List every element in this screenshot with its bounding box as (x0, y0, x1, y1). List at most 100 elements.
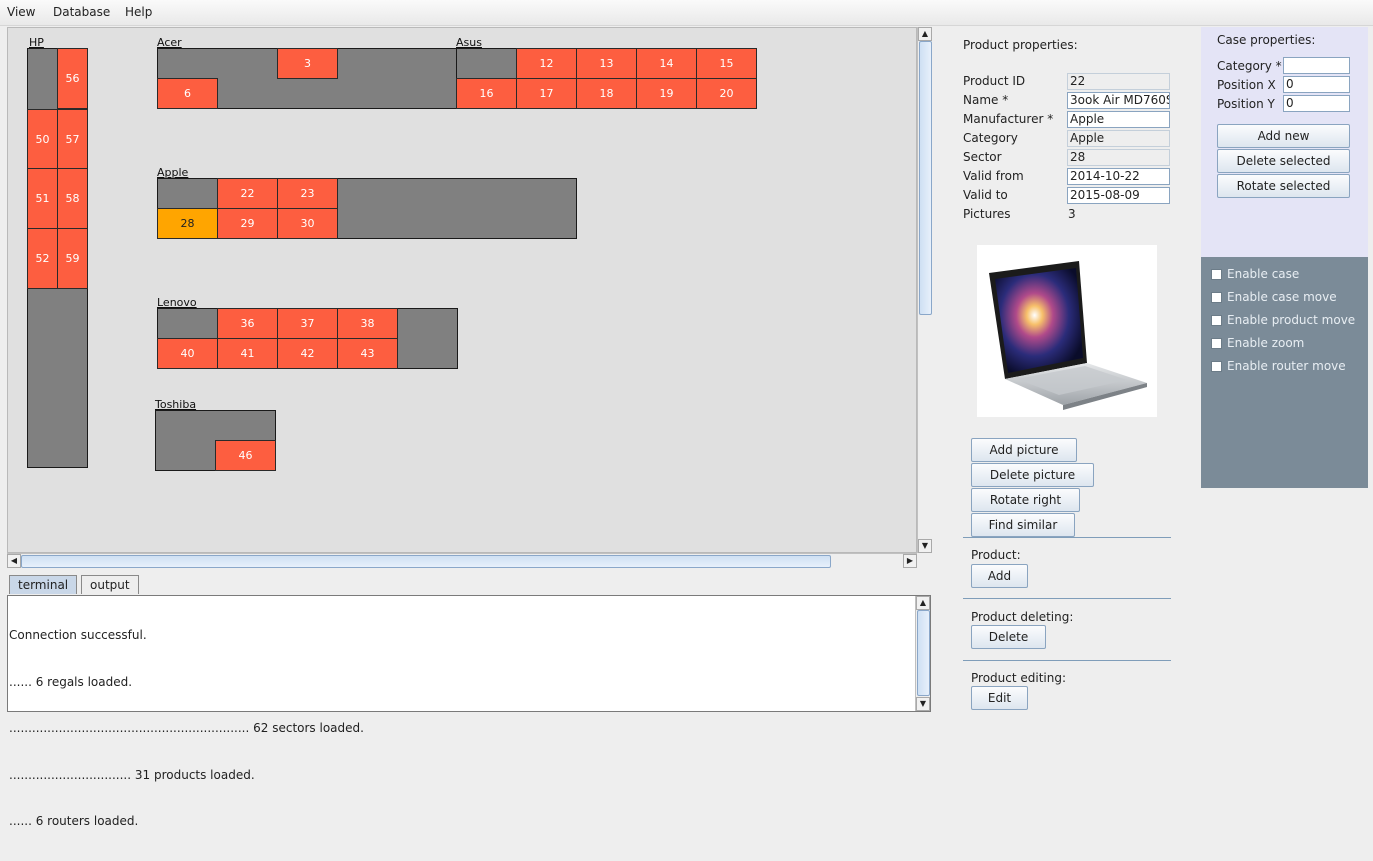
options-panel: Enable case Enable case move Enable prod… (1201, 257, 1368, 488)
enable-product-move-checkbox[interactable]: Enable product move (1211, 313, 1355, 327)
valid-to-field[interactable]: 2015-08-09 (1067, 187, 1170, 204)
scroll-up-icon[interactable]: ▲ (916, 596, 930, 610)
sector-cell[interactable]: 57 (57, 109, 88, 169)
menu-bar: View Database Help (0, 0, 1373, 26)
sector-cell[interactable]: 58 (57, 168, 88, 229)
checkbox-icon[interactable] (1211, 337, 1222, 349)
case-category-field[interactable] (1283, 57, 1350, 74)
sector-cell[interactable]: 3 (277, 48, 338, 79)
sector-cell[interactable]: 23 (277, 178, 338, 209)
sector-cell[interactable]: 41 (217, 338, 278, 369)
store-map-canvas[interactable]: HP 56 50 57 51 58 52 59 Acer 3 6 Asus 12… (7, 27, 917, 553)
sector-cell[interactable]: 22 (217, 178, 278, 209)
sector-cell[interactable]: 12 (516, 48, 577, 79)
manufacturer-field[interactable]: Apple (1067, 111, 1170, 128)
sector-cell[interactable]: 19 (636, 78, 697, 109)
valid-from-field[interactable]: 2014-10-22 (1067, 168, 1170, 185)
product-editing-label: Product editing: (971, 671, 1067, 685)
valid-from-label: Valid from (963, 169, 1024, 183)
sector-cell[interactable]: 37 (277, 308, 338, 339)
enable-case-move-checkbox[interactable]: Enable case move (1211, 290, 1337, 304)
sector-cell[interactable]: 50 (27, 109, 58, 169)
rotate-right-button[interactable]: Rotate right (971, 488, 1080, 512)
product-section-label: Product: (971, 548, 1021, 562)
console-line: ...... 6 routers loaded. (9, 814, 139, 828)
checkbox-icon[interactable] (1211, 314, 1222, 326)
add-picture-button[interactable]: Add picture (971, 438, 1077, 462)
enable-zoom-checkbox[interactable]: Enable zoom (1211, 336, 1304, 350)
delete-selected-button[interactable]: Delete selected (1217, 149, 1350, 173)
scroll-down-icon[interactable]: ▼ (918, 539, 932, 553)
console-output: Connection successful. ...... 6 regals l… (9, 597, 364, 861)
pictures-label: Pictures (963, 207, 1011, 221)
sector-field: 28 (1067, 149, 1170, 166)
sector-cell[interactable]: 20 (696, 78, 757, 109)
enable-case-checkbox[interactable]: Enable case (1211, 267, 1299, 281)
product-name-label: Name * (963, 93, 1009, 107)
pictures-count: 3 (1068, 207, 1076, 221)
add-new-case-button[interactable]: Add new (1217, 124, 1350, 148)
sector-cell[interactable]: 13 (576, 48, 637, 79)
sector-cell[interactable]: 52 (27, 228, 58, 289)
checkbox-icon[interactable] (1211, 268, 1222, 280)
scroll-down-icon[interactable]: ▼ (916, 697, 930, 711)
sector-cell[interactable]: 29 (217, 208, 278, 239)
canvas-vertical-scrollbar[interactable]: ▲ ▼ (917, 27, 932, 553)
sector-cell[interactable]: 6 (157, 78, 218, 109)
sector-cell[interactable]: 16 (456, 78, 517, 109)
sector-cell[interactable]: 30 (277, 208, 338, 239)
add-product-button[interactable]: Add (971, 564, 1028, 588)
valid-to-label: Valid to (963, 188, 1008, 202)
rotate-selected-button[interactable]: Rotate selected (1217, 174, 1350, 198)
case-category-label: Category * (1217, 59, 1282, 73)
product-id-label: Product ID (963, 74, 1026, 88)
delete-product-button[interactable]: Delete (971, 625, 1046, 649)
sector-cell-selected[interactable]: 28 (157, 208, 218, 239)
tab-terminal[interactable]: terminal (9, 575, 78, 594)
find-similar-button[interactable]: Find similar (971, 513, 1075, 537)
delete-picture-button[interactable]: Delete picture (971, 463, 1094, 487)
sector-cell[interactable]: 18 (576, 78, 637, 109)
sector-cell[interactable]: 43 (337, 338, 398, 369)
scroll-left-icon[interactable]: ◀ (7, 554, 21, 568)
edit-product-button[interactable]: Edit (971, 686, 1028, 710)
scroll-thumb[interactable] (21, 555, 831, 568)
separator (963, 598, 1171, 599)
case-properties-panel: Case properties: Category * Position X 0… (1201, 27, 1368, 257)
manufacturer-label: Manufacturer * (963, 112, 1054, 126)
sector-cell[interactable]: 40 (157, 338, 218, 369)
sector-cell[interactable]: 59 (57, 228, 88, 289)
canvas-horizontal-scrollbar[interactable]: ◀ ▶ (7, 553, 917, 568)
sector-cell[interactable]: 36 (217, 308, 278, 339)
product-deleting-label: Product deleting: (971, 610, 1074, 624)
position-x-field[interactable]: 0 (1283, 76, 1350, 93)
console-vertical-scrollbar[interactable]: ▲ ▼ (915, 596, 930, 711)
scroll-right-icon[interactable]: ▶ (903, 554, 917, 568)
sector-cell[interactable]: 38 (337, 308, 398, 339)
checkbox-icon[interactable] (1211, 360, 1222, 372)
sector-cell[interactable]: 42 (277, 338, 338, 369)
product-name-field[interactable]: 3ook Air MD760S (1067, 92, 1170, 109)
scroll-thumb[interactable] (917, 610, 930, 696)
sector-cell[interactable]: 51 (27, 168, 58, 229)
product-properties-title: Product properties: (963, 38, 1078, 52)
terminal-console[interactable]: Connection successful. ...... 6 regals l… (7, 595, 931, 828)
position-y-label: Position Y (1217, 97, 1275, 111)
sector-cell[interactable]: 56 (57, 48, 88, 109)
sector-cell[interactable]: 15 (696, 48, 757, 79)
product-picture (977, 245, 1157, 417)
menu-view[interactable]: View (7, 5, 35, 19)
tab-output[interactable]: output (81, 575, 139, 594)
sector-cell[interactable]: 14 (636, 48, 697, 79)
menu-help[interactable]: Help (125, 5, 152, 19)
sector-label: Sector (963, 150, 1002, 164)
sector-cell[interactable]: 17 (516, 78, 577, 109)
scroll-up-icon[interactable]: ▲ (918, 27, 932, 41)
position-x-label: Position X (1217, 78, 1276, 92)
position-y-field[interactable]: 0 (1283, 95, 1350, 112)
sector-cell[interactable]: 46 (215, 440, 276, 471)
enable-router-move-checkbox[interactable]: Enable router move (1211, 359, 1346, 373)
menu-database[interactable]: Database (53, 5, 110, 19)
scroll-thumb[interactable] (919, 41, 932, 315)
checkbox-icon[interactable] (1211, 291, 1222, 303)
